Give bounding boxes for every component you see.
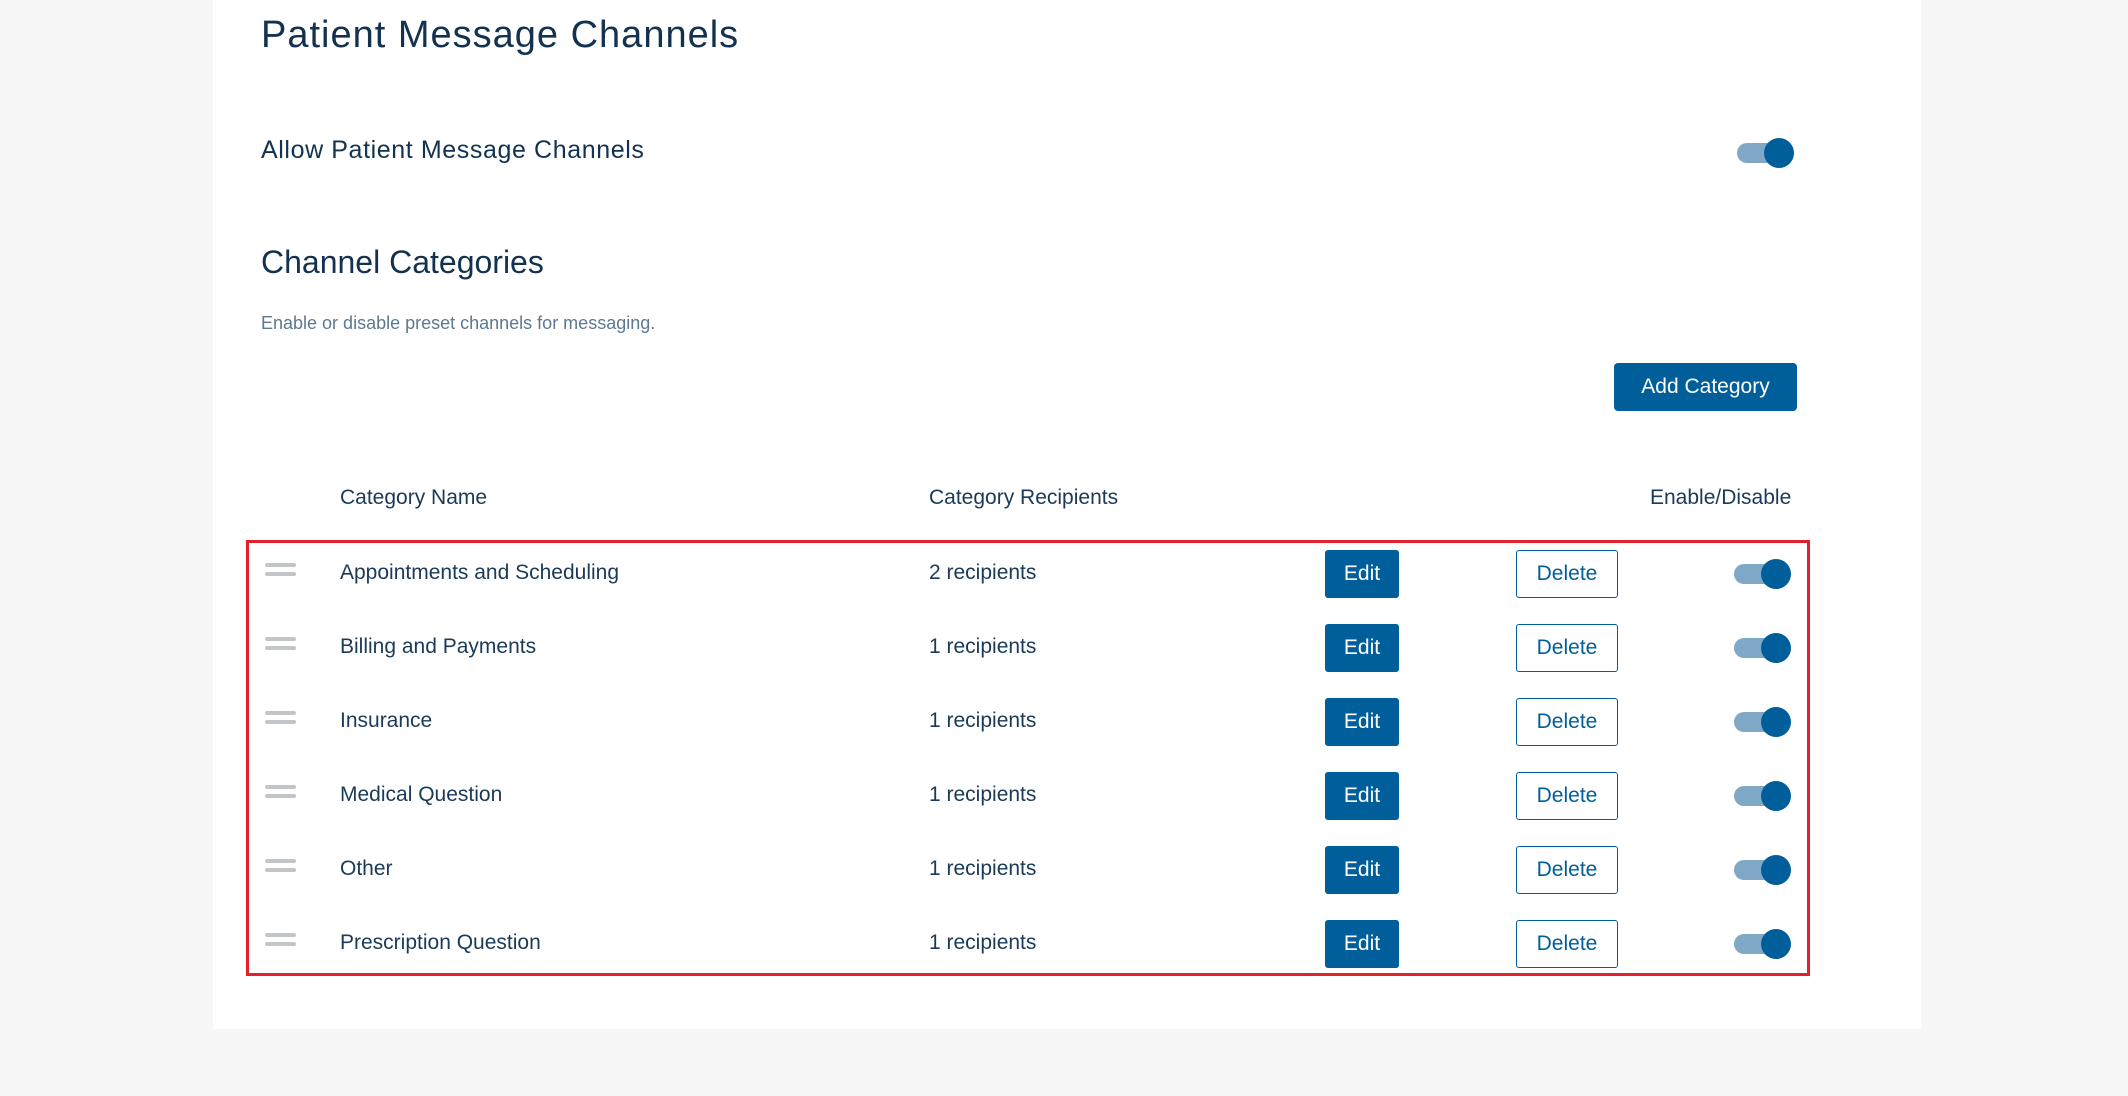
toggle-knob — [1764, 138, 1794, 168]
column-header-enable-disable: Enable/Disable — [1650, 486, 1792, 509]
delete-button[interactable]: Delete — [1516, 920, 1618, 968]
edit-button[interactable]: Edit — [1325, 920, 1399, 968]
category-row-2: Billing and Payments 1 recipients Edit D… — [0, 612, 2128, 686]
category-name: Insurance — [340, 709, 433, 732]
edit-button[interactable]: Edit — [1325, 698, 1399, 746]
category-name: Appointments and Scheduling — [340, 561, 620, 584]
toggle-knob — [1761, 929, 1791, 959]
delete-button[interactable]: Delete — [1516, 624, 1618, 672]
category-row-5: Other 1 recipients Edit Delete — [0, 834, 2128, 908]
allow-channels-toggle[interactable] — [1736, 138, 1794, 168]
drag-handle-icon[interactable] — [265, 709, 296, 725]
category-enable-toggle[interactable] — [1733, 855, 1791, 885]
category-name: Medical Question — [340, 783, 503, 806]
category-enable-toggle[interactable] — [1733, 929, 1791, 959]
section-description: Enable or disable preset channels for me… — [261, 313, 656, 333]
drag-handle-icon[interactable] — [265, 783, 296, 799]
toggle-knob — [1761, 633, 1791, 663]
category-enable-toggle[interactable] — [1733, 707, 1791, 737]
column-header-recipients: Category Recipients — [929, 486, 1119, 509]
category-row-4: Medical Question 1 recipients Edit Delet… — [0, 760, 2128, 834]
category-row-1: Appointments and Scheduling 2 recipients… — [0, 538, 2128, 612]
category-enable-toggle[interactable] — [1733, 559, 1791, 589]
delete-button[interactable]: Delete — [1516, 846, 1618, 894]
section-title: Channel Categories — [261, 244, 544, 280]
category-recipients: 2 recipients — [929, 561, 1037, 584]
category-name: Other — [340, 857, 393, 880]
edit-button[interactable]: Edit — [1325, 550, 1399, 598]
drag-handle-icon[interactable] — [265, 561, 296, 577]
toggle-knob — [1761, 855, 1791, 885]
edit-button[interactable]: Edit — [1325, 846, 1399, 894]
add-category-button[interactable]: Add Category — [1614, 363, 1797, 411]
toggle-knob — [1761, 707, 1791, 737]
edit-button[interactable]: Edit — [1325, 772, 1399, 820]
toggle-knob — [1761, 781, 1791, 811]
delete-button[interactable]: Delete — [1516, 772, 1618, 820]
drag-handle-icon[interactable] — [265, 931, 296, 947]
allow-channels-label: Allow Patient Message Channels — [261, 136, 645, 164]
toggle-knob — [1761, 559, 1791, 589]
category-row-6: Prescription Question 1 recipients Edit … — [0, 908, 2128, 982]
category-recipients: 1 recipients — [929, 635, 1037, 658]
drag-handle-icon[interactable] — [265, 857, 296, 873]
category-name: Billing and Payments — [340, 635, 537, 658]
category-enable-toggle[interactable] — [1733, 633, 1791, 663]
category-recipients: 1 recipients — [929, 783, 1037, 806]
edit-button[interactable]: Edit — [1325, 624, 1399, 672]
category-recipients: 1 recipients — [929, 931, 1037, 954]
page-title: Patient Message Channels — [261, 14, 740, 56]
category-row-3: Insurance 1 recipients Edit Delete — [0, 686, 2128, 760]
column-header-name: Category Name — [340, 486, 488, 509]
category-recipients: 1 recipients — [929, 709, 1037, 732]
category-name: Prescription Question — [340, 931, 541, 954]
delete-button[interactable]: Delete — [1516, 550, 1618, 598]
drag-handle-icon[interactable] — [265, 635, 296, 651]
category-recipients: 1 recipients — [929, 857, 1037, 880]
category-enable-toggle[interactable] — [1733, 781, 1791, 811]
delete-button[interactable]: Delete — [1516, 698, 1618, 746]
